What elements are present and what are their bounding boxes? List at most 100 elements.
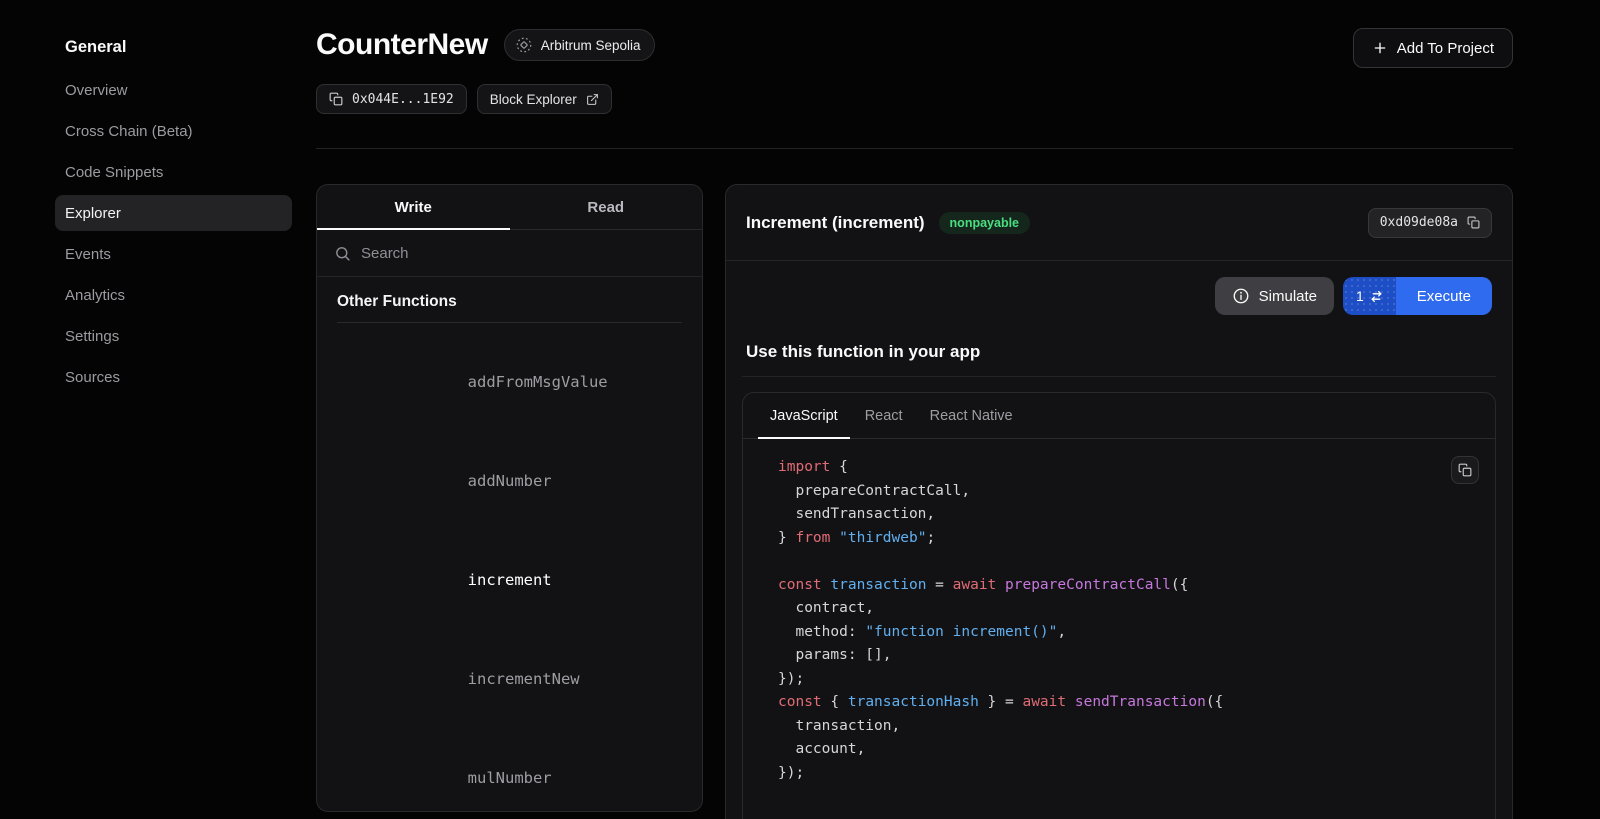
plus-icon [1372, 40, 1388, 56]
sidebar: General Overview Cross Chain (Beta) Code… [55, 30, 292, 400]
code-panel: JavaScript React React Native i [742, 392, 1496, 819]
function-name: incrementNew [468, 670, 580, 688]
code-body: import { prepareContractCall, sendTransa… [743, 439, 1495, 805]
functions-tab-label: Read [587, 199, 624, 216]
code-line: params: [], [778, 644, 1439, 668]
execute-count: 1 [1356, 288, 1364, 304]
code-line: contract, [778, 597, 1439, 621]
code-line: }); [778, 668, 1439, 692]
sidebar-item-label: Code Snippets [65, 164, 163, 181]
code-line: account, [778, 738, 1439, 762]
simulate-label: Simulate [1259, 288, 1317, 305]
functions-panel: Write Read Other Function [316, 184, 703, 812]
sidebar-item[interactable]: Cross Chain (Beta) [55, 113, 292, 149]
network-badge[interactable]: Arbitrum Sepolia [504, 29, 656, 61]
swap-icon [1370, 290, 1383, 303]
copy-icon [1467, 216, 1480, 229]
contract-explorer-page: General Overview Cross Chain (Beta) Code… [0, 0, 1600, 819]
function-list-item[interactable]: addFromMsgValue [337, 333, 682, 432]
add-to-project-button[interactable]: Add To Project [1353, 28, 1513, 68]
info-icon [1232, 287, 1250, 305]
function-list: addFromMsgValue addNumber increment incr… [317, 323, 702, 812]
address-row: 0x044E...1E92 Block Explorer [316, 84, 1513, 114]
contract-header: CounterNew Arbitrum Sepolia [316, 0, 1513, 68]
block-explorer-label: Block Explorer [490, 92, 577, 107]
sidebar-item[interactable]: Settings [55, 318, 292, 354]
function-list-item[interactable]: increment [337, 531, 682, 630]
function-group-heading: Other Functions [317, 277, 702, 322]
code-tab-label: React Native [930, 408, 1013, 424]
code-tab[interactable]: React [865, 393, 903, 438]
code-line [778, 550, 1439, 574]
sidebar-item[interactable]: Code Snippets [55, 154, 292, 190]
block-explorer-button[interactable]: Block Explorer [477, 84, 612, 114]
function-list-item[interactable]: incrementNew [337, 630, 682, 729]
sidebar-item-label: Cross Chain (Beta) [65, 123, 193, 140]
sidebar-heading: General [55, 30, 292, 65]
network-icon [515, 36, 533, 54]
copy-icon [1458, 463, 1472, 477]
code-line: transaction, [778, 715, 1439, 739]
function-name: addNumber [468, 472, 552, 490]
function-detail-header: Increment (increment) nonpayable 0xd09de… [726, 185, 1512, 260]
sidebar-item-label: Explorer [65, 205, 121, 222]
action-row: Simulate 1 [726, 261, 1512, 315]
function-name: mulNumber [468, 769, 552, 787]
code-tab-label: React [865, 408, 903, 424]
sidebar-item-label: Settings [65, 328, 119, 345]
code-line: }); [778, 762, 1439, 786]
function-name: addFromMsgValue [468, 373, 608, 391]
copy-icon [329, 92, 343, 106]
sidebar-item[interactable]: Analytics [55, 277, 292, 313]
sidebar-item[interactable]: Sources [55, 359, 292, 395]
function-list-item[interactable]: addNumber [337, 432, 682, 531]
sidebar-item-label: Overview [65, 82, 128, 99]
sidebar-items: Overview Cross Chain (Beta) Code Snippet… [55, 72, 292, 395]
copy-code-button[interactable] [1451, 456, 1479, 484]
add-to-project-label: Add To Project [1397, 40, 1494, 57]
function-search [317, 230, 702, 277]
function-title: Increment (increment) [746, 213, 925, 233]
function-list-item[interactable]: mulNumber [337, 729, 682, 812]
mutability-badge: nonpayable [939, 212, 1030, 234]
functions-tab[interactable]: Read [510, 185, 703, 229]
function-selector-button[interactable]: 0xd09de08a [1368, 208, 1492, 238]
contract-address: 0x044E...1E92 [352, 92, 454, 107]
sidebar-item-label: Sources [65, 369, 120, 386]
page-title: CounterNew [316, 28, 488, 62]
code-tabs: JavaScript React React Native [743, 393, 1495, 439]
execute-button[interactable]: Execute [1396, 277, 1492, 315]
sidebar-item-label: Analytics [65, 287, 125, 304]
execute-button-group: 1 Execute [1343, 277, 1492, 315]
sidebar-item[interactable]: Events [55, 236, 292, 272]
code-line: prepareContractCall, [778, 480, 1439, 504]
code-line: const transaction = await prepareContrac… [778, 574, 1439, 598]
simulate-button[interactable]: Simulate [1215, 277, 1334, 315]
sidebar-item[interactable]: Explorer [55, 195, 292, 231]
code-block: import { prepareContractCall, sendTransa… [778, 456, 1439, 785]
functions-tab-label: Write [395, 199, 432, 216]
sidebar-item[interactable]: Overview [55, 72, 292, 108]
code-tab[interactable]: React Native [930, 393, 1013, 438]
code-line: import { [778, 456, 1439, 480]
header-divider [316, 148, 1513, 149]
main-content: CounterNew Arbitrum Sepolia [316, 0, 1513, 819]
search-input[interactable] [361, 245, 685, 262]
sidebar-item-label: Events [65, 246, 111, 263]
function-name: increment [468, 571, 552, 589]
code-line: method: "function increment()", [778, 621, 1439, 645]
contract-address-button[interactable]: 0x044E...1E92 [316, 84, 467, 114]
execute-count-button[interactable]: 1 [1343, 277, 1396, 315]
code-tab[interactable]: JavaScript [770, 393, 838, 438]
usage-heading: Use this function in your app [726, 315, 1512, 362]
function-selector: 0xd09de08a [1380, 215, 1458, 230]
function-detail-panel: Increment (increment) nonpayable 0xd09de… [725, 184, 1513, 819]
usage-divider [742, 376, 1496, 377]
functions-tabs: Write Read [317, 185, 702, 230]
code-line: } from "thirdweb"; [778, 527, 1439, 551]
execute-label: Execute [1417, 288, 1471, 305]
functions-tab[interactable]: Write [317, 185, 510, 229]
network-badge-label: Arbitrum Sepolia [541, 38, 641, 53]
external-link-icon [586, 93, 599, 106]
code-line: sendTransaction, [778, 503, 1439, 527]
